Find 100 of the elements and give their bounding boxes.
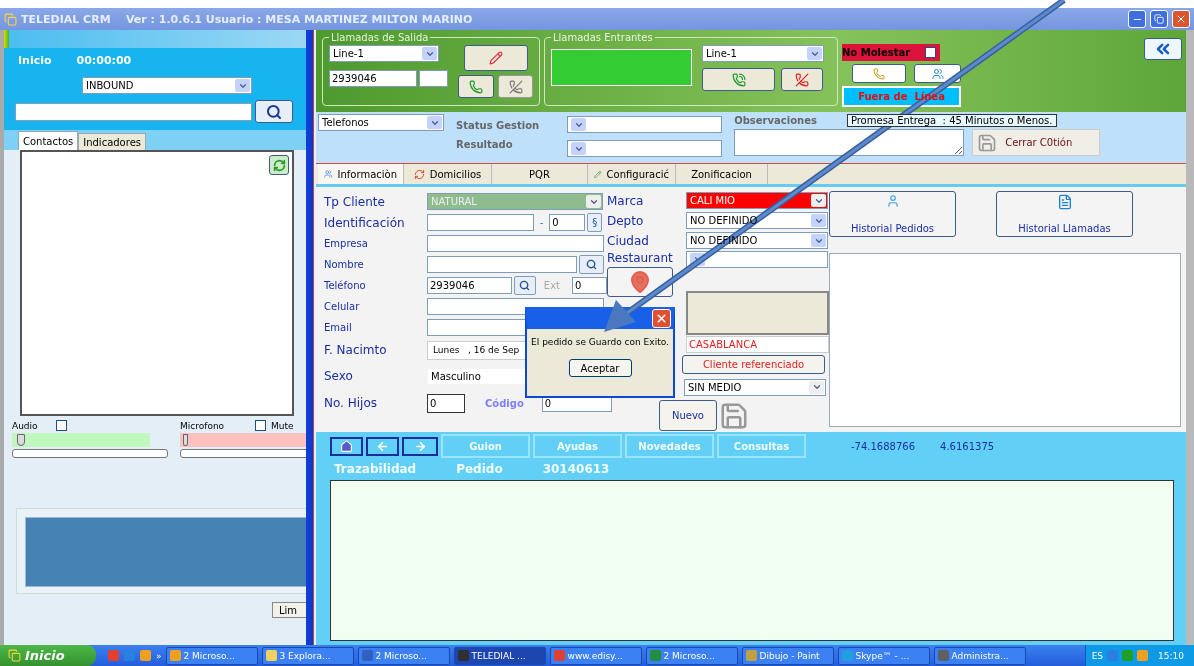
search-field[interactable] xyxy=(15,102,252,121)
field-label: Teléfono xyxy=(324,280,367,291)
field-label: Tp Cliente xyxy=(324,194,386,209)
code-label: Código xyxy=(485,397,524,409)
search-button[interactable] xyxy=(255,100,293,123)
order-history-button[interactable]: Historial Pedidos xyxy=(829,191,956,237)
taskbar-button[interactable]: www.edisy... xyxy=(549,646,642,665)
phone-field[interactable]: 2939046 xyxy=(329,70,417,87)
home-button[interactable] xyxy=(330,436,363,456)
save-icon xyxy=(977,132,998,153)
window-title: TELEDIAL CRM Ver : 1.0.6.1 Usuario : MESA MARTINEZ MILTON MARINO xyxy=(21,12,474,26)
field-label: Marca xyxy=(607,194,645,208)
map-pin-icon xyxy=(628,269,652,294)
ext-field[interactable]: 0 xyxy=(572,277,607,294)
observations-label: Observaciones xyxy=(734,115,817,126)
children-field[interactable]: 0 xyxy=(427,393,465,413)
verify-button[interactable]: § xyxy=(587,213,603,232)
minimize-button[interactable] xyxy=(1128,10,1146,28)
longitude: -74.1688766 xyxy=(851,440,916,452)
field-label: Identificación xyxy=(324,215,406,230)
id-field[interactable] xyxy=(427,214,534,231)
check-digit-field[interactable]: 0 xyxy=(549,214,586,231)
status-dropdown[interactable] xyxy=(567,116,723,133)
tab[interactable]: Contactos xyxy=(18,131,79,150)
more-icons-button[interactable]: » xyxy=(156,650,162,661)
zone-field[interactable]: CASABLANCA xyxy=(686,336,829,354)
restaurant-dropdown[interactable] xyxy=(686,250,828,268)
trace-label: Trazabilidad xyxy=(334,462,417,476)
company-field[interactable] xyxy=(427,235,604,252)
taskbar-button[interactable]: Administra... xyxy=(933,646,1026,665)
checkbox[interactable] xyxy=(925,47,936,58)
slider-thumb[interactable] xyxy=(17,434,26,446)
map-button[interactable] xyxy=(607,266,673,297)
search-icon xyxy=(586,259,597,270)
ext-label: Ext xyxy=(543,280,560,291)
phone-field[interactable]: 2939046 xyxy=(427,277,512,294)
taskbar-button[interactable]: 2 Microso... xyxy=(165,646,258,665)
back-button[interactable] xyxy=(366,436,399,456)
search-button[interactable] xyxy=(514,276,536,295)
separator: - xyxy=(540,217,544,228)
close-button[interactable] xyxy=(652,309,671,328)
close-icon xyxy=(1175,13,1187,25)
result-dropdown[interactable] xyxy=(567,140,723,157)
reject-button[interactable] xyxy=(781,68,823,91)
accept-button[interactable]: Aceptar xyxy=(568,359,632,377)
app-icon xyxy=(4,12,17,26)
collapse-button[interactable] xyxy=(1144,38,1182,60)
group-title: Llamadas Entrantes xyxy=(552,32,654,43)
arrow-right-icon xyxy=(413,439,427,453)
phones-dropdown[interactable]: Telefonos xyxy=(318,114,444,131)
refresh-button[interactable] xyxy=(269,155,289,175)
search-button[interactable] xyxy=(579,255,604,274)
close-button[interactable] xyxy=(1172,10,1190,28)
pencil-icon xyxy=(488,51,503,65)
campaign-dropdown[interactable]: INBOUND xyxy=(82,77,252,94)
taskbar-button[interactable]: 3 Explora... xyxy=(261,646,354,665)
restore-button[interactable] xyxy=(1150,10,1168,28)
taskbar-button[interactable]: 2 Microso... xyxy=(645,646,738,665)
audio-slider[interactable] xyxy=(12,433,150,447)
close-icon xyxy=(655,312,668,325)
tab[interactable]: Indicadores xyxy=(78,133,146,150)
restore-icon xyxy=(1154,14,1164,24)
referred-client-button[interactable]: Cliente referenciado xyxy=(682,355,825,375)
clear-button[interactable]: Lim xyxy=(272,602,306,618)
refresh-icon xyxy=(272,158,286,172)
phone-icon xyxy=(731,72,746,87)
close-management-button[interactable]: Cerrar C0tión xyxy=(972,129,1101,156)
mute-label: Mute xyxy=(271,420,294,431)
field-label: Depto xyxy=(607,213,645,228)
checkbox[interactable] xyxy=(255,420,266,431)
slider-thumb[interactable] xyxy=(182,434,188,446)
taskbar-button[interactable]: 2 Microso... xyxy=(357,646,450,665)
transfer-button[interactable] xyxy=(852,64,906,83)
order-number: 30140613 xyxy=(542,462,610,476)
edit-button[interactable] xyxy=(463,45,528,71)
line-dropdown[interactable]: Line-1 xyxy=(702,45,824,62)
line-dropdown[interactable]: Line-1 xyxy=(329,45,439,62)
microphone-label: Microfono xyxy=(180,420,226,431)
field-label: Celular xyxy=(324,301,361,312)
microphone-slider[interactable] xyxy=(180,433,306,447)
taskbar-button[interactable]: TELEDIAL ... xyxy=(453,646,546,665)
panel-splitter[interactable] xyxy=(306,30,316,645)
hang-up-button[interactable] xyxy=(498,75,533,98)
observations-field[interactable] xyxy=(734,129,965,156)
answer-button[interactable] xyxy=(702,68,775,91)
new-button[interactable]: Nuevo xyxy=(659,400,717,432)
call-history-button[interactable]: Historial Llamadas xyxy=(996,191,1133,237)
name-field[interactable] xyxy=(427,256,577,273)
checkbox[interactable] xyxy=(55,420,67,431)
medium-dropdown[interactable]: SIN MEDIO xyxy=(684,378,826,396)
document-icon xyxy=(1056,194,1073,210)
forward-button[interactable] xyxy=(402,436,438,456)
taskbar-button[interactable]: Skype™ - ... xyxy=(837,646,930,665)
phone-icon xyxy=(873,67,885,80)
users-icon xyxy=(931,67,944,80)
extension-field[interactable] xyxy=(419,70,448,87)
brand-dropdown[interactable]: CALI MIO xyxy=(686,192,828,210)
taskbar-button[interactable]: Dibujo - Paint xyxy=(741,646,834,665)
tab[interactable]: Informaciòn xyxy=(318,164,404,184)
call-button[interactable] xyxy=(458,75,494,98)
